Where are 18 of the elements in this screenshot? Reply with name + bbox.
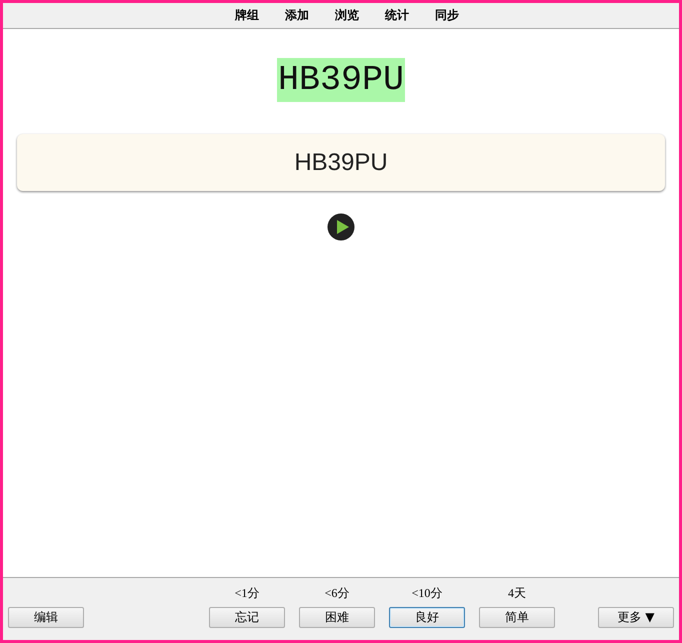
nav-link[interactable]: 添加 <box>285 7 309 24</box>
interval-label: 4天 <box>508 585 526 602</box>
question-text: HB39PU <box>276 58 406 102</box>
answer-button[interactable]: 忘记 <box>209 607 285 628</box>
nav-link[interactable]: 同步 <box>435 7 459 24</box>
nav-link[interactable]: 牌组 <box>235 7 259 24</box>
answer-card: HB39PU <box>17 134 665 191</box>
more-button[interactable]: 更多 ▼ <box>598 607 674 628</box>
interval-label: <10分 <box>412 585 442 602</box>
interval-label: <1分 <box>234 585 260 602</box>
nav-link[interactable]: 浏览 <box>335 7 359 24</box>
play-icon[interactable] <box>327 213 355 241</box>
answer-button[interactable]: 困难 <box>299 607 375 628</box>
edit-button[interactable]: 编辑 <box>8 607 84 628</box>
interval-label: <6分 <box>324 585 350 602</box>
answer-button[interactable]: 良好 <box>389 607 465 628</box>
nav-link[interactable]: 统计 <box>385 7 409 24</box>
answer-button[interactable]: 简单 <box>479 607 555 628</box>
